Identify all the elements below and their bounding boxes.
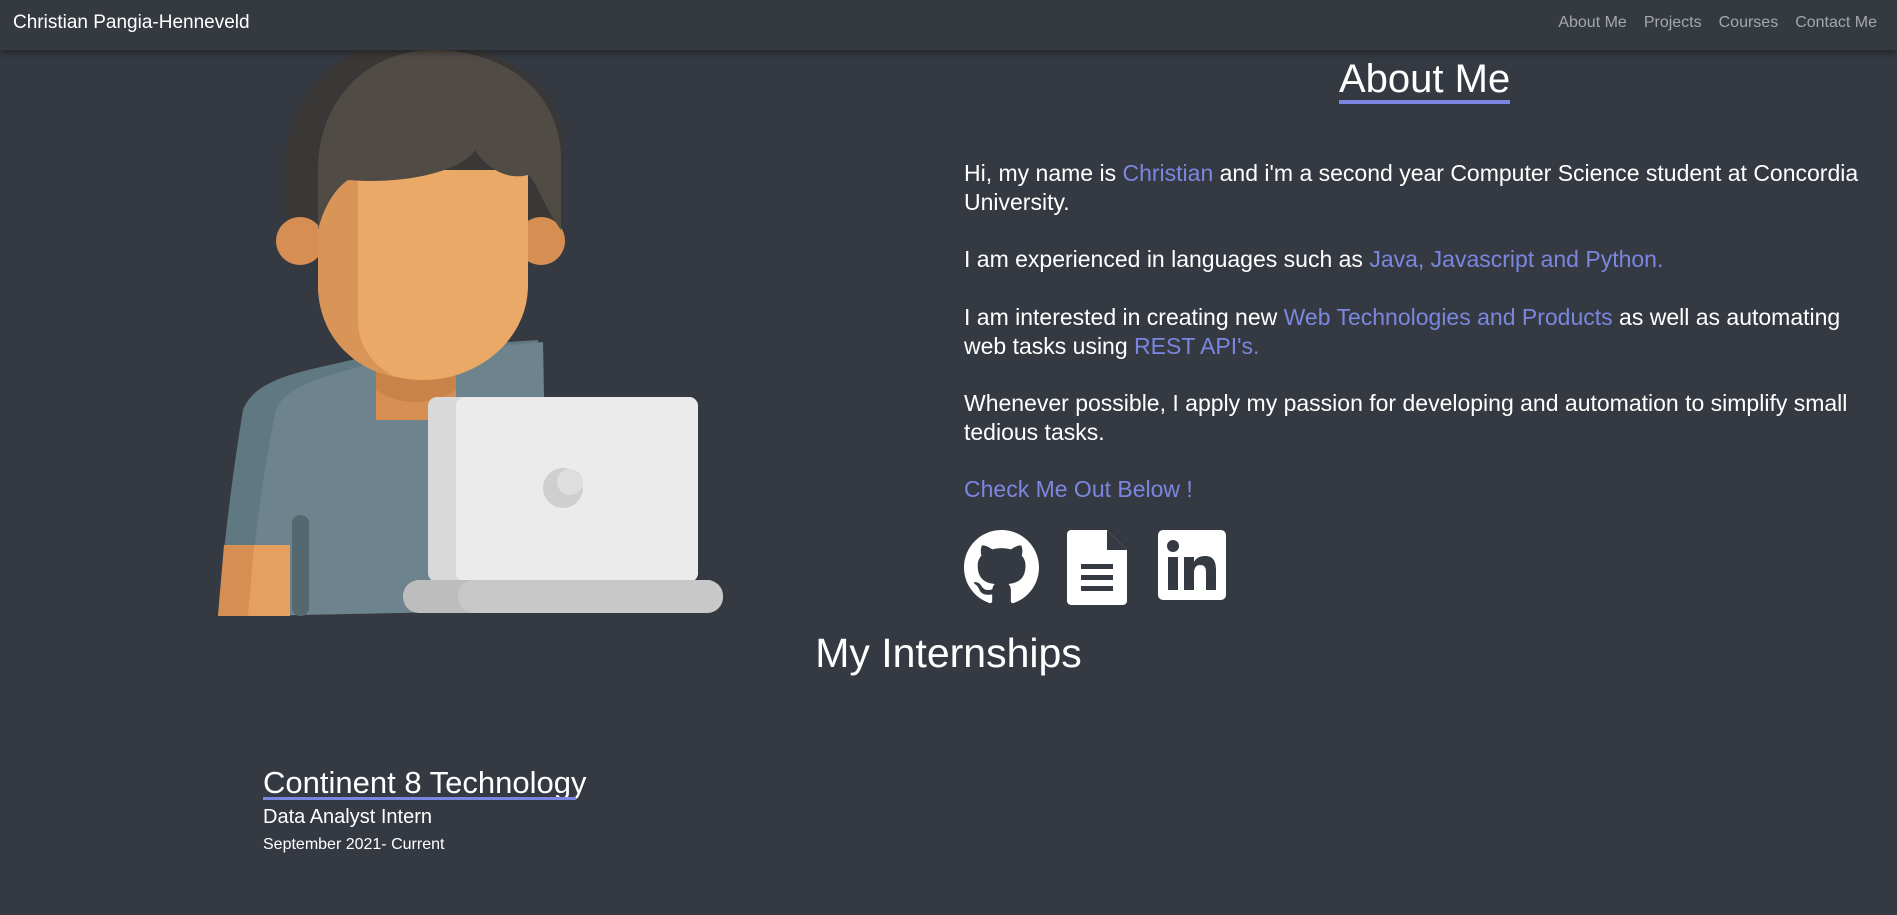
company-underline xyxy=(263,797,576,800)
avatar-illustration xyxy=(218,50,723,616)
intro-paragraph: Hi, my name is Christian and i'm a secon… xyxy=(964,159,1884,217)
about-title-underline xyxy=(1339,100,1510,104)
resume-link[interactable] xyxy=(1067,530,1127,610)
about-title: About Me xyxy=(1339,57,1511,101)
passion-paragraph: Whenever possible, I apply my passion fo… xyxy=(964,390,1848,445)
linkedin-icon xyxy=(1158,530,1226,600)
nav-link-about-me[interactable]: About Me xyxy=(1558,14,1626,32)
intro-text: Hi, my name is xyxy=(964,160,1123,186)
interests-paragraph: I am interested in creating new Web Tech… xyxy=(964,303,1884,361)
rest-api-highlight: REST API's. xyxy=(1134,333,1260,359)
nav-links: About Me Projects Courses Contact Me xyxy=(1541,14,1877,32)
check-me-out-text: Check Me Out Below ! xyxy=(964,476,1193,502)
internships-title: My Internships xyxy=(815,630,1082,676)
brand-link[interactable]: Christian Pangia-Henneveld xyxy=(13,12,250,34)
languages-highlight: Java, Javascript and Python. xyxy=(1369,246,1664,272)
name-highlight: Christian xyxy=(1122,160,1214,186)
linkedin-link[interactable] xyxy=(1158,530,1226,605)
nav-link-projects[interactable]: Projects xyxy=(1644,14,1702,32)
interests-text: I am interested in creating new xyxy=(964,304,1284,330)
languages-paragraph: I am experienced in languages such as Ja… xyxy=(964,245,1663,274)
navbar: Christian Pangia-Henneveld About Me Proj… xyxy=(0,0,1897,50)
github-link[interactable] xyxy=(964,530,1039,610)
document-icon xyxy=(1067,530,1127,605)
internship-role: Data Analyst Intern xyxy=(263,806,432,828)
languages-text: I am experienced in languages such as xyxy=(964,246,1370,272)
nav-link-contact-me[interactable]: Contact Me xyxy=(1795,14,1877,32)
github-icon xyxy=(964,530,1039,604)
internship-dates: September 2021- Current xyxy=(263,836,445,853)
nav-link-courses[interactable]: Courses xyxy=(1719,14,1779,32)
web-tech-highlight: Web Technologies and Products xyxy=(1283,304,1613,330)
